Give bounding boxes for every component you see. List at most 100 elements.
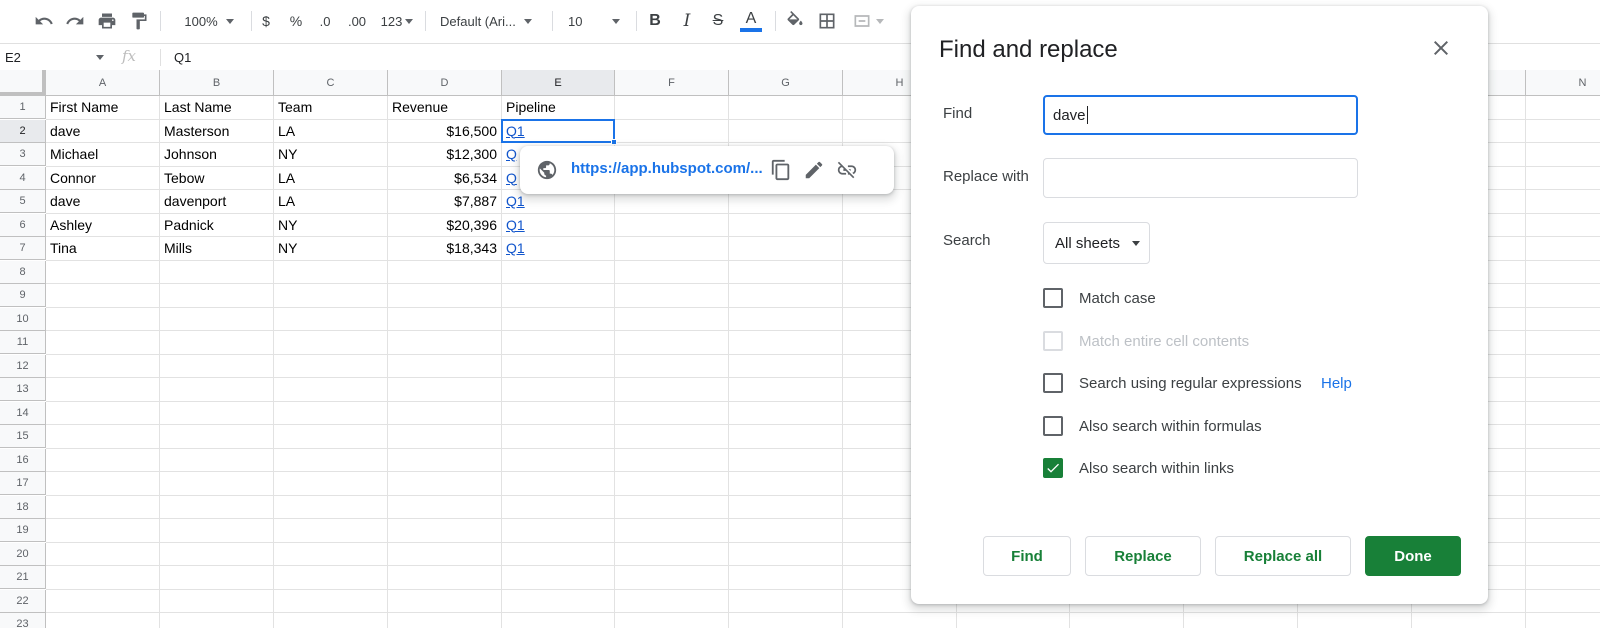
- regex-checkbox[interactable]: [1043, 373, 1063, 393]
- copy-link-icon[interactable]: [770, 159, 792, 181]
- row-header[interactable]: 3: [0, 143, 46, 166]
- header-cell[interactable]: Pipeline: [502, 96, 614, 119]
- borders-icon[interactable]: [815, 8, 839, 34]
- row-header[interactable]: 2: [0, 119, 46, 143]
- link-cell[interactable]: Q1: [502, 214, 614, 237]
- table-cell[interactable]: NY: [274, 214, 387, 237]
- table-cell[interactable]: Masterson: [160, 120, 273, 143]
- table-cell[interactable]: $7,887: [388, 190, 501, 213]
- font-size-select[interactable]: 10: [568, 8, 628, 34]
- column-header[interactable]: A: [46, 70, 160, 96]
- decrease-decimal-button[interactable]: .0: [314, 8, 336, 34]
- currency-button[interactable]: $: [256, 8, 276, 34]
- table-cell[interactable]: dave: [46, 120, 159, 143]
- fill-handle[interactable]: [611, 139, 617, 145]
- table-cell[interactable]: NY: [274, 237, 387, 260]
- table-cell[interactable]: Michael: [46, 143, 159, 166]
- table-cell[interactable]: LA: [274, 167, 387, 190]
- table-cell[interactable]: $18,343: [388, 237, 501, 260]
- match-entire-cell-checkbox[interactable]: [1043, 331, 1063, 351]
- table-cell[interactable]: Mills: [160, 237, 273, 260]
- table-cell[interactable]: dave: [46, 190, 159, 213]
- row-header[interactable]: 11: [0, 331, 46, 354]
- column-header[interactable]: E: [502, 70, 615, 96]
- link-cell[interactable]: Q1: [502, 237, 614, 260]
- row-header[interactable]: 19: [0, 519, 46, 542]
- paint-format-icon[interactable]: [127, 8, 151, 34]
- column-header[interactable]: C: [274, 70, 388, 96]
- name-box[interactable]: E2: [0, 44, 110, 71]
- strikethrough-button[interactable]: S: [707, 8, 729, 34]
- table-cell[interactable]: LA: [274, 190, 387, 213]
- text-color-button[interactable]: A: [738, 8, 764, 34]
- percent-button[interactable]: %: [286, 8, 306, 34]
- row-header[interactable]: 1: [0, 96, 46, 119]
- search-scope-select[interactable]: All sheets: [1043, 222, 1150, 264]
- table-cell[interactable]: Tina: [46, 237, 159, 260]
- table-cell[interactable]: LA: [274, 120, 387, 143]
- row-header[interactable]: 18: [0, 495, 46, 519]
- table-cell[interactable]: davenport: [160, 190, 273, 213]
- bold-button[interactable]: B: [644, 8, 666, 34]
- table-cell[interactable]: $12,300: [388, 143, 501, 166]
- table-cell[interactable]: NY: [274, 143, 387, 166]
- search-links-checkbox[interactable]: [1043, 458, 1063, 478]
- more-formats-button[interactable]: 123: [377, 8, 417, 34]
- zoom-select[interactable]: 100%: [174, 8, 244, 34]
- select-all-corner[interactable]: [0, 70, 46, 96]
- link-url[interactable]: https://app.hubspot.com/...: [571, 160, 763, 177]
- column-header[interactable]: N: [1526, 70, 1600, 96]
- header-cell[interactable]: First Name: [46, 96, 159, 119]
- table-cell[interactable]: $20,396: [388, 214, 501, 237]
- header-cell[interactable]: Revenue: [388, 96, 501, 119]
- search-formulas-checkbox[interactable]: [1043, 416, 1063, 436]
- row-header[interactable]: 10: [0, 307, 46, 331]
- row-header[interactable]: 9: [0, 284, 46, 307]
- row-header[interactable]: 12: [0, 354, 46, 378]
- match-case-checkbox[interactable]: [1043, 288, 1063, 308]
- row-header[interactable]: 14: [0, 401, 46, 425]
- table-cell[interactable]: Ashley: [46, 214, 159, 237]
- print-icon[interactable]: [95, 8, 119, 34]
- row-header[interactable]: 17: [0, 472, 46, 495]
- row-header[interactable]: 5: [0, 190, 46, 213]
- font-select[interactable]: Default (Ari...: [440, 8, 540, 34]
- table-cell[interactable]: Johnson: [160, 143, 273, 166]
- replace-input[interactable]: [1043, 158, 1358, 198]
- replace-all-button[interactable]: Replace all: [1215, 536, 1351, 576]
- help-link[interactable]: Help: [1321, 375, 1352, 392]
- row-header[interactable]: 6: [0, 213, 46, 237]
- find-button[interactable]: Find: [983, 536, 1071, 576]
- header-cell[interactable]: Team: [274, 96, 387, 119]
- table-cell[interactable]: $6,534: [388, 167, 501, 190]
- row-header[interactable]: 13: [0, 378, 46, 401]
- column-header[interactable]: G: [729, 70, 843, 96]
- row-header[interactable]: 8: [0, 260, 46, 284]
- remove-link-icon[interactable]: [836, 159, 858, 181]
- table-cell[interactable]: Tebow: [160, 167, 273, 190]
- row-header[interactable]: 23: [0, 613, 46, 628]
- row-header[interactable]: 4: [0, 166, 46, 190]
- row-header[interactable]: 7: [0, 237, 46, 260]
- row-header[interactable]: 15: [0, 425, 46, 448]
- increase-decimal-button[interactable]: .00: [344, 8, 370, 34]
- fill-color-icon[interactable]: [783, 8, 807, 34]
- column-header[interactable]: D: [388, 70, 502, 96]
- column-header[interactable]: B: [160, 70, 274, 96]
- close-icon[interactable]: [1429, 36, 1453, 60]
- row-header[interactable]: 22: [0, 589, 46, 613]
- table-cell[interactable]: Padnick: [160, 214, 273, 237]
- edit-link-icon[interactable]: [803, 159, 825, 181]
- table-cell[interactable]: Connor: [46, 167, 159, 190]
- row-header[interactable]: 20: [0, 542, 46, 566]
- table-cell[interactable]: $16,500: [388, 120, 501, 143]
- find-input[interactable]: dave: [1043, 95, 1358, 135]
- row-header[interactable]: 16: [0, 448, 46, 472]
- undo-icon[interactable]: [32, 8, 56, 34]
- done-button[interactable]: Done: [1365, 536, 1461, 576]
- header-cell[interactable]: Last Name: [160, 96, 273, 119]
- formula-input[interactable]: Q1: [174, 50, 191, 65]
- merge-cells-icon[interactable]: [848, 8, 888, 34]
- replace-button[interactable]: Replace: [1085, 536, 1201, 576]
- italic-button[interactable]: I: [676, 8, 698, 34]
